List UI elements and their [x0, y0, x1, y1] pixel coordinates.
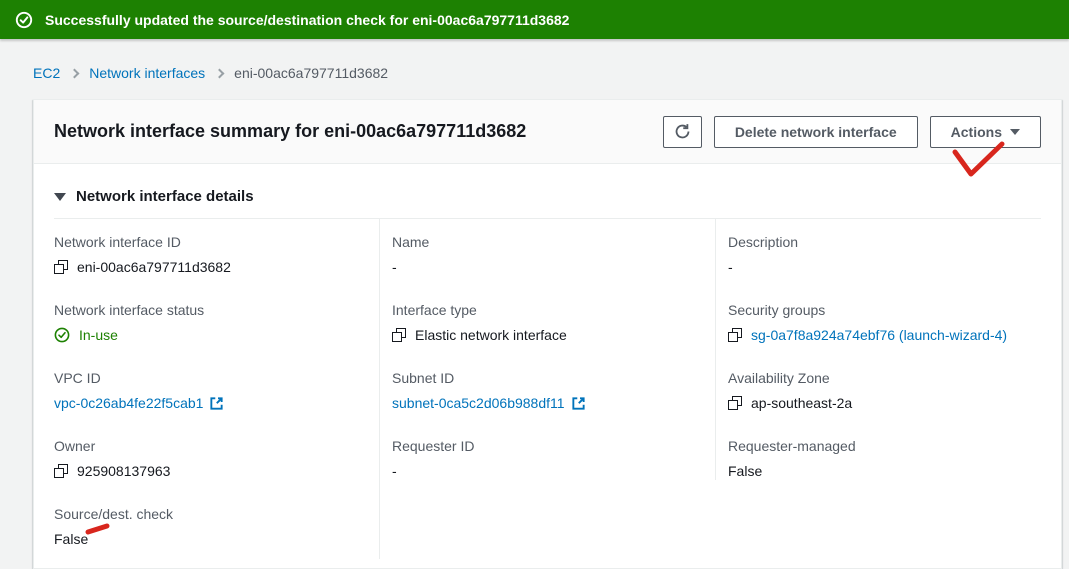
external-link-icon — [571, 396, 586, 411]
field-value: subnet-0ca5c2d06b988df11 — [392, 392, 565, 414]
field-requester-id: Requester ID - — [392, 423, 704, 482]
copy-icon[interactable] — [392, 328, 406, 342]
chevron-right-icon — [70, 69, 80, 79]
breadcrumb: EC2 Network interfaces eni-00ac6a797711d… — [0, 39, 1069, 81]
field-name: Name - — [392, 219, 704, 278]
check-circle-icon — [54, 327, 70, 343]
network-interface-summary-panel: Network interface summary for eni-00ac6a… — [33, 99, 1062, 569]
security-group-link[interactable]: sg-0a7f8a924a74ebf76 (launch-wizard-4) — [751, 324, 1007, 346]
field-label: Security groups — [728, 300, 1029, 320]
triangle-down-icon — [54, 193, 66, 201]
field-value: eni-00ac6a797711d3682 — [77, 256, 231, 278]
breadcrumb-ec2[interactable]: EC2 — [33, 65, 60, 81]
banner-message: Successfully updated the source/destinat… — [45, 12, 569, 28]
field-label: Description — [728, 232, 1029, 252]
field-subnet-id: Subnet ID subnet-0ca5c2d06b988df11 — [392, 355, 704, 414]
field-label: Interface type — [392, 300, 704, 320]
field-value: ap-southeast-2a — [751, 392, 852, 414]
delete-network-interface-button[interactable]: Delete network interface — [714, 116, 918, 148]
chevron-right-icon — [215, 69, 225, 79]
breadcrumb-current-eni: eni-00ac6a797711d3682 — [234, 65, 388, 81]
field-label: Network interface ID — [54, 232, 367, 252]
field-value: False — [54, 528, 88, 550]
field-value: vpc-0c26ab4fe22f5cab1 — [54, 392, 203, 414]
network-interface-details-toggle[interactable]: Network interface details — [34, 164, 1061, 218]
details-column-3: Description - Security groups sg-0a7f8a9… — [716, 219, 1041, 559]
field-label: Requester ID — [392, 436, 704, 456]
field-interface-type: Interface type Elastic network interface — [392, 287, 704, 346]
section-title: Network interface details — [76, 188, 254, 205]
actions-button-label: Actions — [951, 124, 1002, 140]
field-network-interface-id: Network interface ID eni-00ac6a797711d36… — [54, 219, 367, 278]
details-column-2: Name - Interface type Elastic network in… — [379, 219, 716, 559]
copy-icon[interactable] — [54, 464, 68, 478]
check-circle-icon — [15, 11, 33, 29]
field-description: Description - — [728, 219, 1029, 278]
panel-header: Network interface summary for eni-00ac6a… — [34, 100, 1061, 164]
delete-button-label: Delete network interface — [735, 124, 897, 140]
field-label: Availability Zone — [728, 368, 1029, 388]
field-label: Network interface status — [54, 300, 367, 320]
header-actions: Delete network interface Actions — [663, 116, 1041, 148]
field-label: Source/dest. check — [54, 504, 367, 524]
field-label: Name — [392, 232, 704, 252]
field-label: Requester-managed — [728, 436, 1029, 456]
caret-down-icon — [1010, 129, 1020, 135]
details-column-1: Network interface ID eni-00ac6a797711d36… — [54, 219, 379, 559]
vpc-link[interactable]: vpc-0c26ab4fe22f5cab1 — [54, 392, 224, 414]
breadcrumb-network-interfaces[interactable]: Network interfaces — [89, 65, 205, 81]
field-owner: Owner 925908137963 — [54, 423, 367, 482]
field-availability-zone: Availability Zone ap-southeast-2a — [728, 355, 1029, 414]
field-value: - — [392, 460, 397, 482]
refresh-icon — [674, 123, 691, 140]
field-value: - — [392, 256, 397, 278]
field-security-groups: Security groups sg-0a7f8a924a74ebf76 (la… — [728, 287, 1029, 346]
refresh-button[interactable] — [663, 116, 702, 148]
status-badge: In-use — [79, 324, 118, 346]
page-title: Network interface summary for eni-00ac6a… — [54, 121, 526, 142]
subnet-link[interactable]: subnet-0ca5c2d06b988df11 — [392, 392, 586, 414]
actions-button[interactable]: Actions — [930, 116, 1041, 148]
field-value: False — [728, 460, 762, 482]
field-requester-managed: Requester-managed False — [728, 423, 1029, 482]
field-value: Elastic network interface — [415, 324, 567, 346]
field-value: 925908137963 — [77, 460, 170, 482]
field-label: Subnet ID — [392, 368, 704, 388]
field-label: VPC ID — [54, 368, 367, 388]
field-value: - — [728, 256, 733, 278]
copy-icon[interactable] — [728, 396, 742, 410]
success-banner: Successfully updated the source/destinat… — [0, 0, 1069, 39]
details-grid: Network interface ID eni-00ac6a797711d36… — [54, 218, 1041, 559]
field-source-dest-check: Source/dest. check False — [54, 491, 367, 550]
external-link-icon — [209, 396, 224, 411]
field-network-interface-status: Network interface status In-use — [54, 287, 367, 346]
field-label: Owner — [54, 436, 367, 456]
copy-icon[interactable] — [54, 260, 68, 274]
field-vpc-id: VPC ID vpc-0c26ab4fe22f5cab1 — [54, 355, 367, 414]
copy-icon[interactable] — [728, 328, 742, 342]
